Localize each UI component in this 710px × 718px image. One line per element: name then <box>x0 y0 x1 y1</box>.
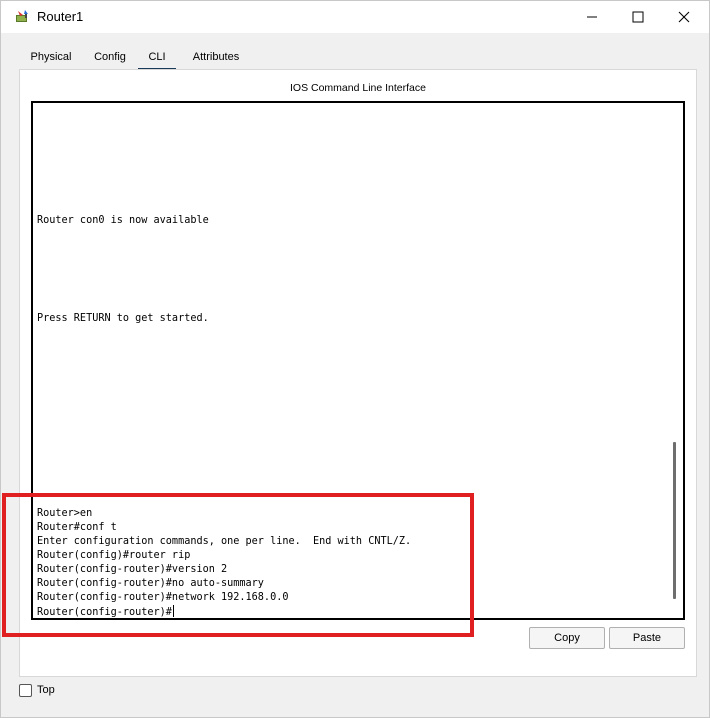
tab-attributes-label: Attributes <box>192 51 240 63</box>
console-prompt-line[interactable]: Router(config-router)# <box>37 605 174 620</box>
router-window: Router1 Physical Config CLI Attributes I… <box>0 0 710 718</box>
close-icon <box>678 11 690 23</box>
console-line: Router>en <box>37 508 93 519</box>
tab-config-label: Config <box>94 51 126 63</box>
console-line: Router con0 is now available <box>37 215 209 226</box>
maximize-button[interactable] <box>615 1 661 33</box>
router-app-icon <box>15 9 31 25</box>
paste-button[interactable]: Paste <box>609 627 685 649</box>
close-button[interactable] <box>661 1 707 33</box>
console-line: Router#conf t <box>37 522 117 533</box>
console-line: Router(config)#router rip <box>37 550 191 561</box>
copy-button[interactable]: Copy <box>529 627 605 649</box>
tab-cli-label: CLI <box>148 51 166 63</box>
minimize-button[interactable] <box>569 1 615 33</box>
maximize-icon <box>632 11 644 23</box>
console-line: Enter configuration commands, one per li… <box>37 536 412 547</box>
tab-cli[interactable]: CLI <box>137 45 177 71</box>
tab-physical[interactable]: Physical <box>23 45 79 69</box>
window-title: Router1 <box>37 9 84 24</box>
console-scrollbar[interactable] <box>673 442 676 599</box>
tab-attributes[interactable]: Attributes <box>183 45 249 69</box>
console-line: Press RETURN to get started. <box>37 313 209 324</box>
console-line: Router(config-router)#version 2 <box>37 564 228 575</box>
console-line: Router(config-router)#network 192.168.0.… <box>37 592 289 603</box>
console-line: Router(config-router)#no auto-summary <box>37 578 264 589</box>
top-label: Top <box>37 684 55 696</box>
console-output[interactable]: Router con0 is now available Press RETUR… <box>37 103 665 618</box>
cli-panel: IOS Command Line Interface Router con0 i… <box>19 69 697 677</box>
minimize-icon <box>587 16 597 18</box>
top-checkbox[interactable] <box>19 684 32 697</box>
tab-physical-label: Physical <box>30 51 72 63</box>
cli-panel-title: IOS Command Line Interface <box>290 82 426 94</box>
title-bar[interactable]: Router1 <box>1 1 709 33</box>
cli-console[interactable]: Router con0 is now available Press RETUR… <box>31 101 685 620</box>
text-cursor <box>172 605 174 617</box>
tab-config[interactable]: Config <box>87 45 133 69</box>
console-prompt: Router(config-router)# <box>37 607 172 618</box>
